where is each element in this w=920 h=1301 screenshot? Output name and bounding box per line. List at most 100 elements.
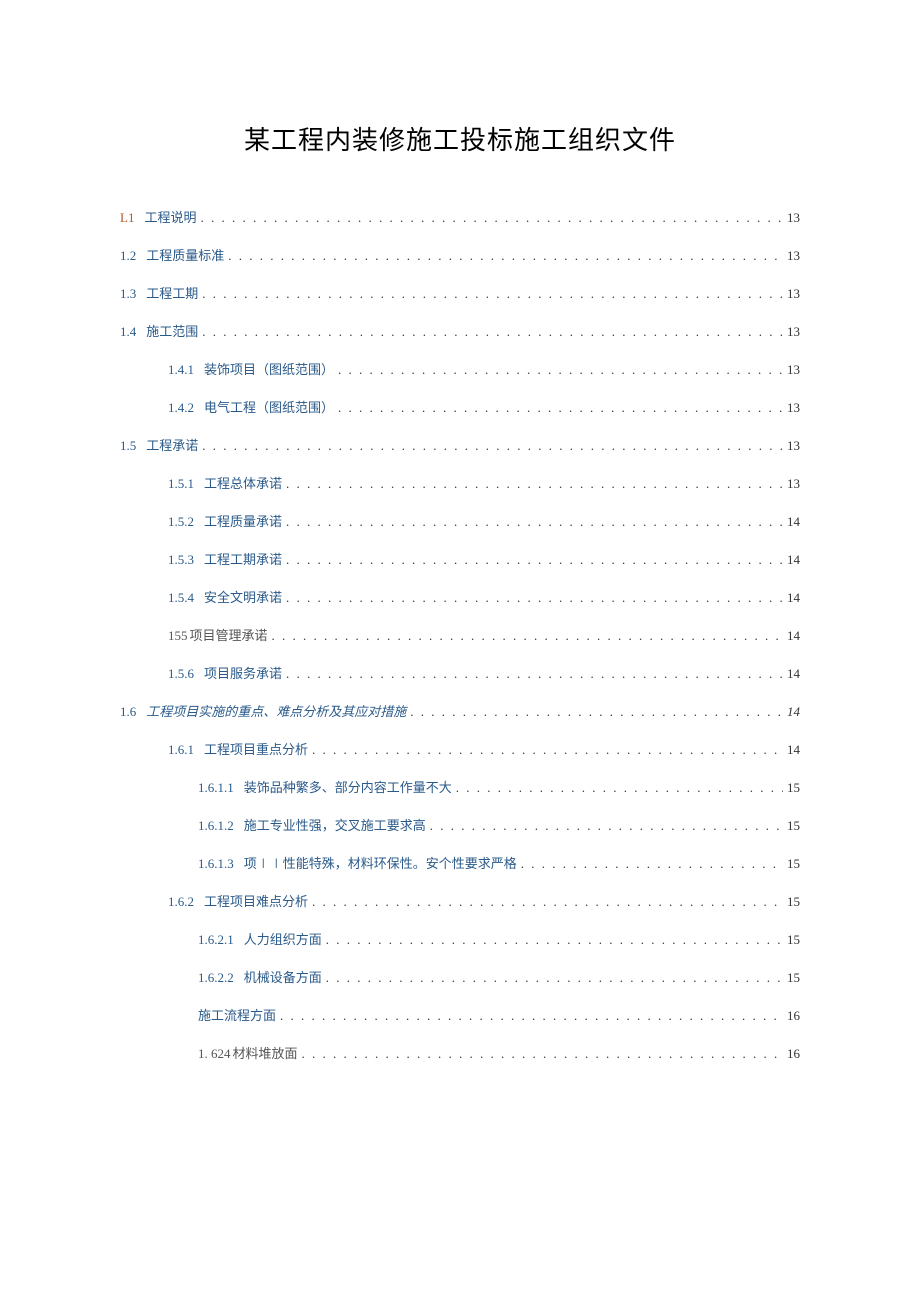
table-of-contents: L1工程说明131.2工程质量标准131.3工程工期131.4施工范围131.4…: [120, 207, 800, 1062]
toc-page-number: 15: [787, 970, 800, 986]
toc-leader-dots: [312, 894, 783, 910]
toc-number: 1.5.1: [168, 476, 194, 492]
document-title: 某工程内装修施工投标施工组织文件: [120, 120, 800, 157]
toc-label: 工程工期: [146, 283, 198, 302]
toc-page-number: 14: [787, 552, 800, 568]
toc-leader-dots: [202, 286, 783, 302]
toc-label: 项目服务承诺: [204, 663, 282, 682]
toc-number: 1.6.1: [168, 742, 194, 758]
toc-entry: 1.5.2 工程质量承诺 14: [120, 511, 800, 530]
toc-page-number: 14: [787, 704, 800, 720]
toc-leader-dots: [410, 704, 783, 720]
toc-page-number: 13: [787, 438, 800, 454]
toc-page-number: 14: [787, 628, 800, 644]
toc-leader-dots: [280, 1008, 783, 1024]
toc-label: 工程工期承诺: [204, 549, 282, 568]
toc-leader-dots: [228, 248, 783, 264]
toc-entry: 施工流程方面 16: [120, 1005, 800, 1024]
toc-entry: 1.4 施工范围 13: [120, 321, 800, 340]
toc-page-number: 16: [787, 1008, 800, 1024]
toc-number: 1.6.1.2: [198, 818, 234, 834]
toc-leader-dots: [286, 590, 783, 606]
toc-page-number: 13: [787, 248, 800, 264]
toc-label: 施工专业性强，交叉施工要求高: [244, 815, 426, 834]
toc-leader-dots: [521, 856, 783, 872]
toc-page-number: 15: [787, 818, 800, 834]
toc-number: 1.6.2.2: [198, 970, 234, 986]
toc-page-number: 14: [787, 590, 800, 606]
toc-entry: 1.5.3 工程工期承诺 14: [120, 549, 800, 568]
toc-page-number: 15: [787, 856, 800, 872]
toc-leader-dots: [286, 666, 783, 682]
toc-label: 人力组织方面: [244, 929, 322, 948]
toc-leader-dots: [286, 514, 783, 530]
toc-entry: 1.6.2工程项目难点分析15: [120, 891, 800, 910]
toc-label: 工程承诺: [146, 435, 198, 454]
toc-entry: 1.4.1装饰项目（图纸范围）13: [120, 359, 800, 378]
toc-number: 1.6.1.1: [198, 780, 234, 796]
toc-page-number: 13: [787, 286, 800, 302]
toc-page-number: 14: [787, 514, 800, 530]
toc-entry: 1.6.1.1 装饰品种繁多、部分内容工作量不大 15: [120, 777, 800, 796]
toc-leader-dots: [202, 438, 783, 454]
toc-page-number: 15: [787, 780, 800, 796]
toc-number: 1.5.6: [168, 666, 194, 682]
toc-number: 1.5: [120, 438, 136, 454]
toc-label: 装饰项目（图纸范围）: [204, 359, 334, 378]
toc-entry: 1.5 工程承诺 13: [120, 435, 800, 454]
toc-entry: 1.3 工程工期 13: [120, 283, 800, 302]
toc-number: 1.4.2: [168, 400, 194, 416]
toc-entry: 1. 624材料堆放面 16: [120, 1043, 800, 1062]
toc-label: 工程质量承诺: [204, 511, 282, 530]
toc-leader-dots: [338, 400, 783, 416]
toc-entry: 1.6 工程项目实施的重点、难点分析及其应对措施 14: [120, 701, 800, 720]
toc-label: 工程项目实施的重点、难点分析及其应对措施: [146, 701, 406, 720]
toc-number: 155: [168, 628, 188, 644]
toc-number: 1.4: [120, 324, 136, 340]
toc-label: 工程项目重点分析: [204, 739, 308, 758]
toc-page-number: 13: [787, 476, 800, 492]
toc-number: 1.4.1: [168, 362, 194, 378]
toc-page-number: 15: [787, 932, 800, 948]
toc-entry: 1.5.6 项目服务承诺 14: [120, 663, 800, 682]
toc-number: 1.6.2: [168, 894, 194, 910]
toc-label: 电气工程（图纸范围）: [204, 397, 334, 416]
toc-number: L1: [120, 210, 134, 226]
toc-number: 1.5.3: [168, 552, 194, 568]
toc-leader-dots: [200, 210, 783, 226]
toc-number: 1.3: [120, 286, 136, 302]
toc-page-number: 13: [787, 400, 800, 416]
toc-page-number: 14: [787, 666, 800, 682]
toc-entry: 1.5.4安全文明承诺14: [120, 587, 800, 606]
toc-entry: 1.6.2.1 人力组织方面 15: [120, 929, 800, 948]
toc-entry: 1.6.1工程项目重点分析14: [120, 739, 800, 758]
toc-label: 机械设备方面: [244, 967, 322, 986]
toc-label: 装饰品种繁多、部分内容工作量不大: [244, 777, 452, 796]
toc-leader-dots: [272, 628, 783, 644]
toc-number: 1. 624: [198, 1046, 231, 1062]
toc-label: 项目管理承诺: [190, 625, 268, 644]
toc-number: 1.5.2: [168, 514, 194, 530]
toc-leader-dots: [302, 1046, 783, 1062]
toc-number: 1.2: [120, 248, 136, 264]
toc-number: 1.6.2.1: [198, 932, 234, 948]
toc-label: 工程总体承诺: [204, 473, 282, 492]
toc-label: 材料堆放面: [233, 1043, 298, 1062]
toc-page-number: 15: [787, 894, 800, 910]
toc-leader-dots: [202, 324, 783, 340]
toc-number: 1.6.1.3: [198, 856, 234, 872]
toc-page-number: 16: [787, 1046, 800, 1062]
toc-leader-dots: [456, 780, 783, 796]
toc-number: 1.6: [120, 704, 136, 720]
toc-leader-dots: [338, 362, 783, 378]
toc-entry: 1.2工程质量标准13: [120, 245, 800, 264]
toc-label: 施工流程方面: [198, 1005, 276, 1024]
toc-entry: L1工程说明13: [120, 207, 800, 226]
toc-leader-dots: [430, 818, 783, 834]
toc-leader-dots: [326, 970, 783, 986]
toc-number: 1.5.4: [168, 590, 194, 606]
toc-entry: 1.6.1.2 施工专业性强，交叉施工要求高 15: [120, 815, 800, 834]
toc-page-number: 13: [787, 324, 800, 340]
toc-label: 施工范围: [146, 321, 198, 340]
toc-leader-dots: [286, 476, 783, 492]
